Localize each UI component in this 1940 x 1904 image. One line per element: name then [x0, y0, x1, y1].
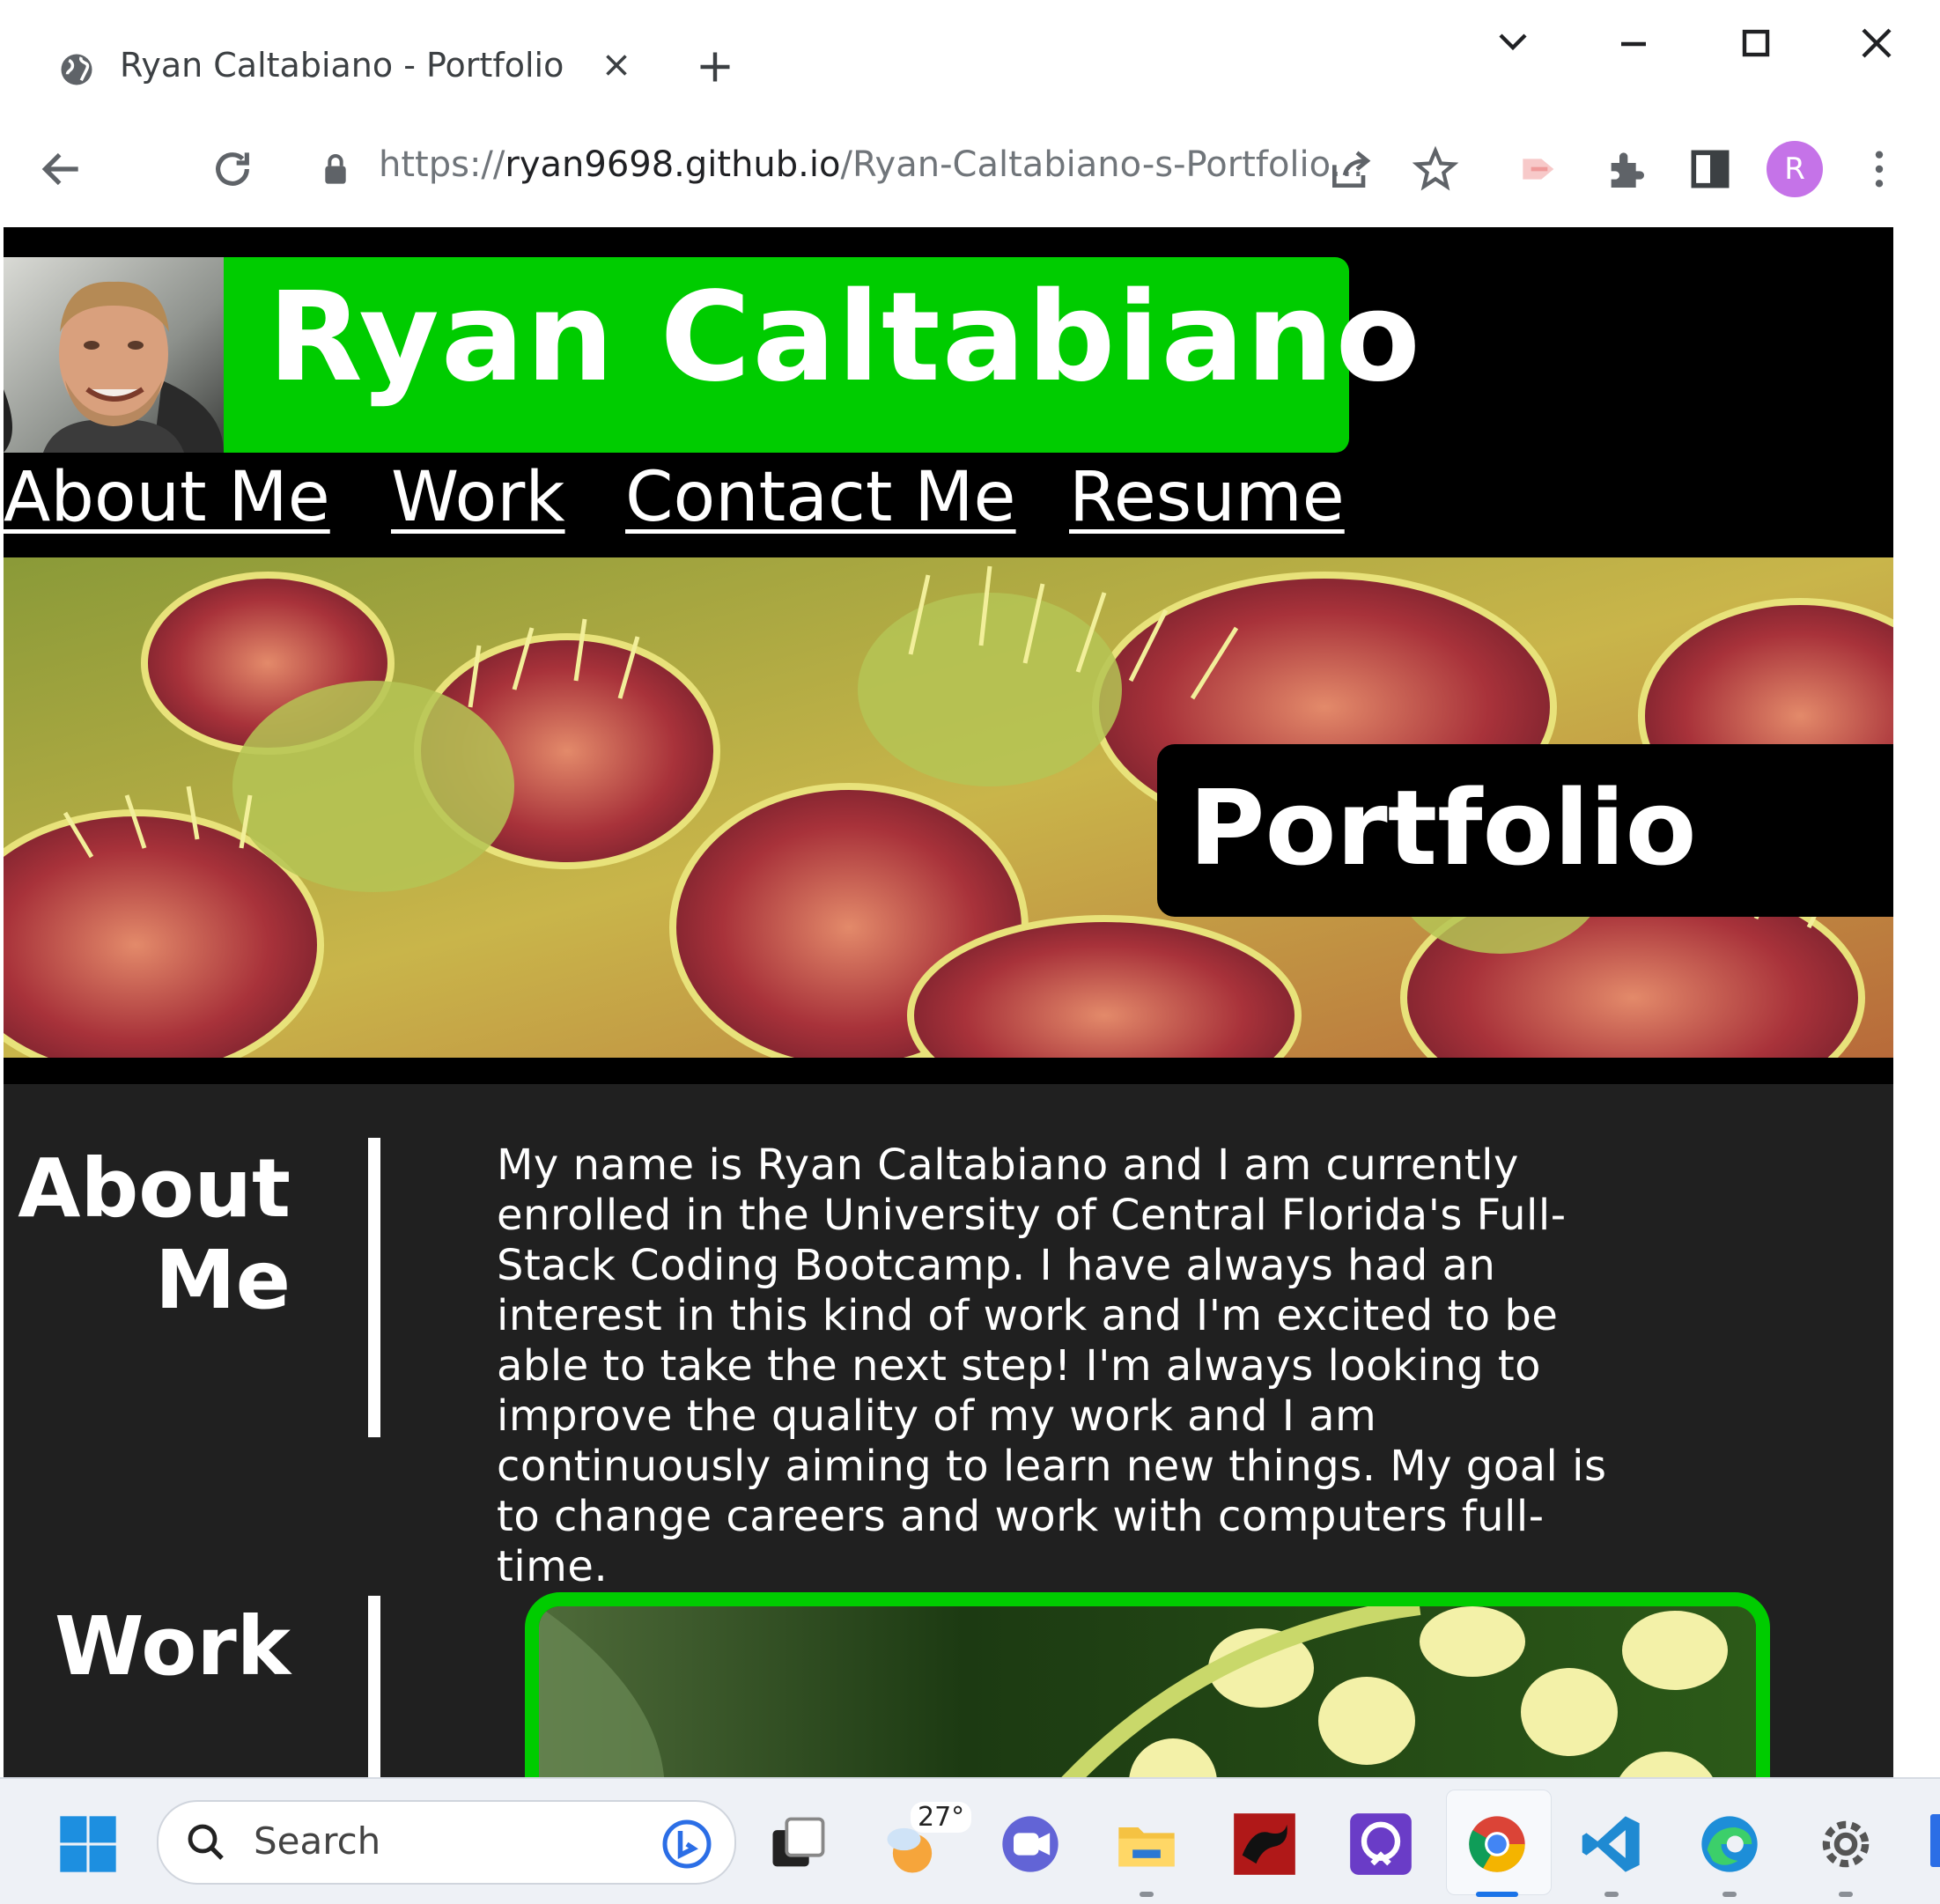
file-explorer-icon[interactable] — [1113, 1811, 1180, 1878]
tab-search-icon[interactable] — [1478, 18, 1548, 70]
divider-strip — [4, 1058, 1893, 1084]
lock-icon[interactable] — [321, 151, 350, 187]
close-window-icon[interactable] — [1840, 18, 1911, 70]
work-divider — [368, 1596, 380, 1777]
windows-start-icon[interactable] — [55, 1811, 122, 1878]
hero-banner: Portfolio — [4, 557, 1893, 1058]
messaging-app-icon[interactable] — [1347, 1811, 1414, 1878]
dragon-app-icon[interactable] — [1231, 1811, 1298, 1878]
share-icon[interactable] — [1326, 144, 1376, 194]
close-tab-icon[interactable] — [601, 49, 632, 81]
portfolio-label-box: Portfolio — [1157, 744, 1893, 917]
teams-chat-icon[interactable] — [997, 1811, 1064, 1878]
tab-title: Ryan Caltabiano - Portfolio — [120, 46, 564, 85]
browser-chrome: Ryan Caltabiano - Portfolio https://ryan… — [0, 0, 1940, 227]
nav-link-work[interactable]: Work — [391, 458, 565, 537]
settings-gear-icon[interactable] — [1812, 1811, 1879, 1878]
about-paragraph: My name is Ryan Caltabiano and I am curr… — [497, 1140, 1607, 1591]
about-heading-line2: Me — [155, 1233, 291, 1327]
kebab-menu-icon[interactable] — [1855, 144, 1904, 194]
work-project-image — [539, 1606, 1756, 1777]
minimize-icon[interactable] — [1598, 18, 1669, 70]
about-divider — [368, 1138, 380, 1437]
chrome-active-indicator — [1476, 1892, 1518, 1897]
extensions-puzzle-icon[interactable] — [1601, 144, 1650, 194]
task-view-icon[interactable] — [764, 1811, 831, 1878]
new-tab-icon[interactable] — [696, 48, 734, 86]
work-project-card[interactable] — [525, 1592, 1770, 1777]
globe-icon — [61, 54, 92, 85]
site-header: Ryan Caltabiano About Me Work Contact Me… — [4, 227, 1893, 557]
address-bar[interactable]: https://ryan9698.github.io/Ryan-Caltabia… — [379, 144, 1364, 185]
taskbar-search[interactable]: Search — [157, 1800, 736, 1885]
profile-photo — [4, 257, 224, 453]
search-icon — [188, 1824, 224, 1860]
file-explorer-running-indicator — [1140, 1892, 1154, 1897]
weather-widget[interactable]: 27° — [879, 1802, 976, 1881]
settings-running-indicator — [1839, 1892, 1853, 1897]
cast-extension-icon[interactable] — [1515, 144, 1564, 194]
nav-link-resume[interactable]: Resume — [1069, 458, 1345, 537]
maximize-icon[interactable] — [1720, 18, 1790, 70]
nav-link-about-me[interactable]: About Me — [4, 458, 330, 537]
back-arrow-icon[interactable] — [37, 144, 86, 194]
vscode-icon[interactable] — [1578, 1811, 1645, 1878]
profile-avatar[interactable]: R — [1767, 141, 1823, 197]
nav-link-contact-me[interactable]: Contact Me — [625, 458, 1016, 537]
edge-running-indicator — [1722, 1892, 1737, 1897]
edge-icon[interactable] — [1696, 1811, 1763, 1878]
hero-title: Portfolio — [1189, 767, 1697, 889]
site-name: Ryan Caltabiano — [268, 266, 1422, 410]
side-panel-icon[interactable] — [1686, 144, 1735, 194]
taskbar-overflow-edge — [1930, 1814, 1940, 1867]
weather-temp: 27° — [911, 1802, 972, 1833]
url-path: /Ryan-Caltabiano-s-Portfolio... — [840, 144, 1364, 185]
bookmark-star-icon[interactable] — [1411, 144, 1460, 194]
scrollbar-track[interactable] — [1893, 227, 1940, 1777]
about-heading: About Me — [9, 1143, 291, 1326]
bing-icon[interactable] — [660, 1818, 713, 1871]
chrome-icon[interactable] — [1464, 1811, 1531, 1878]
vscode-running-indicator — [1604, 1892, 1619, 1897]
reload-icon[interactable] — [208, 144, 257, 194]
web-page: Ryan Caltabiano About Me Work Contact Me… — [4, 227, 1893, 1777]
url-scheme: https:// — [379, 144, 505, 185]
work-heading: Work — [55, 1599, 291, 1694]
url-host: ryan9698.github.io — [505, 144, 841, 185]
name-banner: Ryan Caltabiano — [224, 257, 1420, 453]
about-heading-line1: About — [18, 1141, 291, 1236]
search-label: Search — [254, 1819, 381, 1863]
windows-taskbar: Search 27° — [0, 1777, 1940, 1904]
